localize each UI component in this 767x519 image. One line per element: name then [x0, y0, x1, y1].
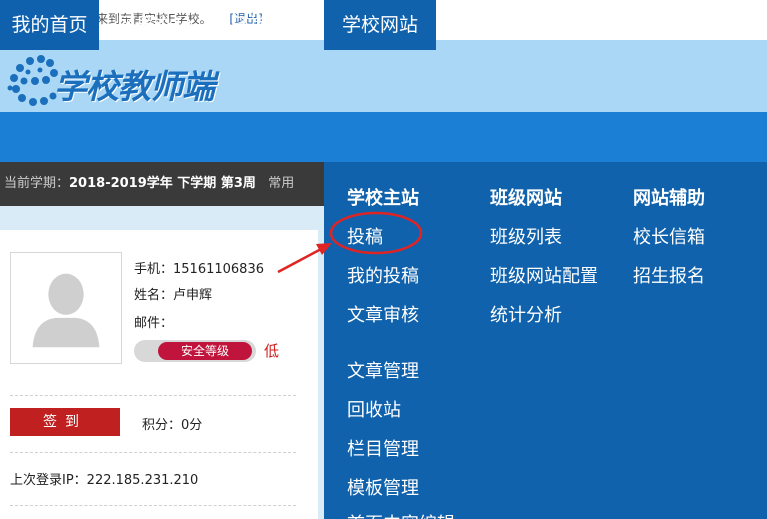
menu-article-review[interactable]: 文章审核 [347, 301, 419, 327]
signin-button[interactable]: 签到 [10, 408, 120, 436]
main-nav [0, 112, 767, 162]
security-level: 低 [264, 342, 280, 360]
menu-recycle-bin[interactable]: 回收站 [347, 396, 401, 422]
nav-teaching-work[interactable]: 教学工作 [436, 0, 548, 50]
nav-daily-office[interactable]: 日常办公 [211, 0, 323, 50]
profile-name: 姓名：卢申辉 [134, 288, 213, 303]
profile-email: 邮件： [134, 316, 174, 331]
term-suffix[interactable]: 常用 [268, 176, 294, 191]
menu-principal-mailbox[interactable]: 校长信箱 [633, 223, 705, 249]
nav-school-docs[interactable]: 校内文档 [660, 0, 767, 50]
page: 好，卢申辉，欢迎来到东青实校E学校。 [退出] 学校教师端 我的首页 区局办公 … [0, 0, 767, 519]
menu-class-list[interactable]: 班级列表 [490, 223, 562, 249]
nav-district-office[interactable]: 区局办公 [99, 0, 211, 50]
dropdown-col-class-site: 班级网站 [490, 188, 562, 209]
menu-column-manage[interactable]: 栏目管理 [347, 435, 419, 461]
divider [10, 452, 296, 453]
security-badge: 安全等级 [158, 342, 252, 360]
menu-my-submissions[interactable]: 我的投稿 [347, 262, 419, 288]
school-website-dropdown [324, 162, 767, 519]
last-login-ip: 上次登录IP：222.185.231.210 [10, 473, 199, 488]
menu-statistics[interactable]: 统计分析 [490, 301, 562, 327]
points-text: 积分：0分 [142, 418, 203, 433]
dropdown-col-main-site: 学校主站 [347, 188, 419, 209]
menu-class-site-config[interactable]: 班级网站配置 [490, 262, 598, 288]
divider [10, 395, 296, 396]
term-value: 2018-2019学年 下学期 第3周 [69, 176, 256, 191]
nav-student-work[interactable]: 学生工作 [548, 0, 660, 50]
term-bar: 当前学期：2018-2019学年 下学期 第3周 常用 [0, 162, 330, 206]
term-prefix: 当前学期： [4, 176, 70, 191]
menu-template-manage[interactable]: 模板管理 [347, 474, 419, 500]
nav-home[interactable]: 我的首页 [0, 0, 99, 50]
menu-article-manage[interactable]: 文章管理 [347, 357, 419, 383]
dropdown-col-site-aux: 网站辅助 [633, 188, 705, 209]
menu-homepage-edit[interactable]: 首页内容编辑 [347, 510, 455, 519]
menu-enrollment[interactable]: 招生报名 [633, 262, 705, 288]
menu-submit-article[interactable]: 投稿 [347, 223, 383, 249]
divider [10, 505, 296, 506]
profile-phone: 手机：15161106836 [134, 262, 264, 277]
nav-school-website[interactable]: 学校网站 [324, 0, 436, 50]
avatar-icon [10, 252, 122, 364]
logo-title: 学校教师端 [54, 67, 215, 106]
